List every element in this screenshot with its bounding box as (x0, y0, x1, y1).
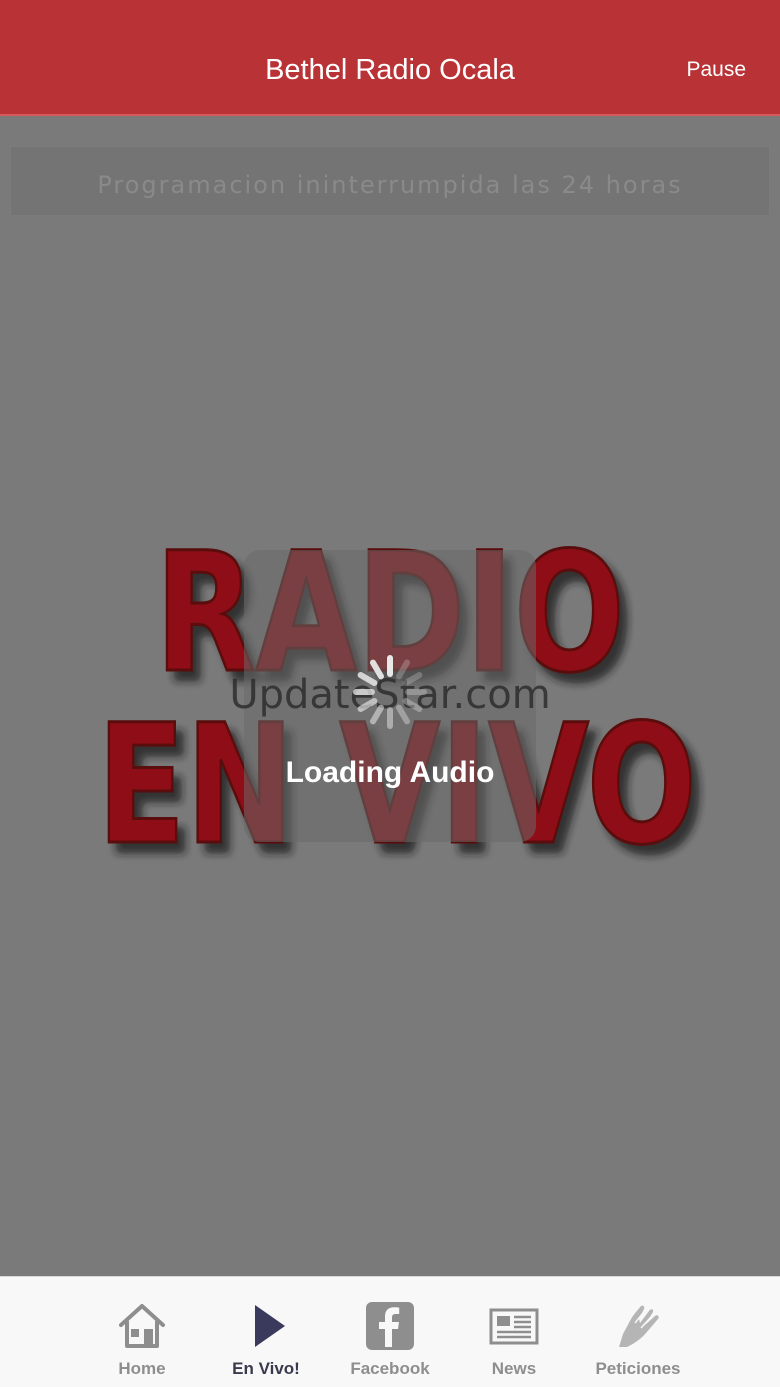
tab-news[interactable]: News (452, 1277, 576, 1387)
home-icon (119, 1304, 165, 1348)
tab-facebook-label: Facebook (350, 1359, 430, 1378)
tab-en-vivo-label: En Vivo! (232, 1359, 300, 1378)
praying-hands-icon (619, 1305, 659, 1347)
play-icon (255, 1305, 285, 1347)
newspaper-icon (489, 1308, 539, 1345)
pause-button[interactable]: Pause (686, 58, 746, 82)
tab-en-vivo[interactable]: En Vivo! (204, 1277, 328, 1387)
loading-audio-label: Loading Audio (285, 756, 495, 789)
top-header: Bethel Radio Ocala Pause (0, 0, 780, 116)
tab-peticiones[interactable]: Peticiones (576, 1277, 700, 1387)
page-title: Bethel Radio Ocala (265, 54, 515, 86)
marquee-text: Programacion ininterrumpida las 24 horas (97, 171, 683, 199)
tab-news-label: News (491, 1359, 537, 1378)
bottom-tab-bar: Home En Vivo! Facebook News Peticiones (0, 1276, 780, 1387)
tab-home-label: Home (118, 1359, 166, 1378)
tab-facebook[interactable]: Facebook (328, 1277, 452, 1387)
tab-home[interactable]: Home (80, 1277, 204, 1387)
tab-peticiones-label: Peticiones (595, 1359, 681, 1378)
marquee-banner: Programacion ininterrumpida las 24 horas (10, 146, 770, 216)
loading-spinner-icon (353, 655, 427, 729)
facebook-icon (366, 1302, 414, 1350)
